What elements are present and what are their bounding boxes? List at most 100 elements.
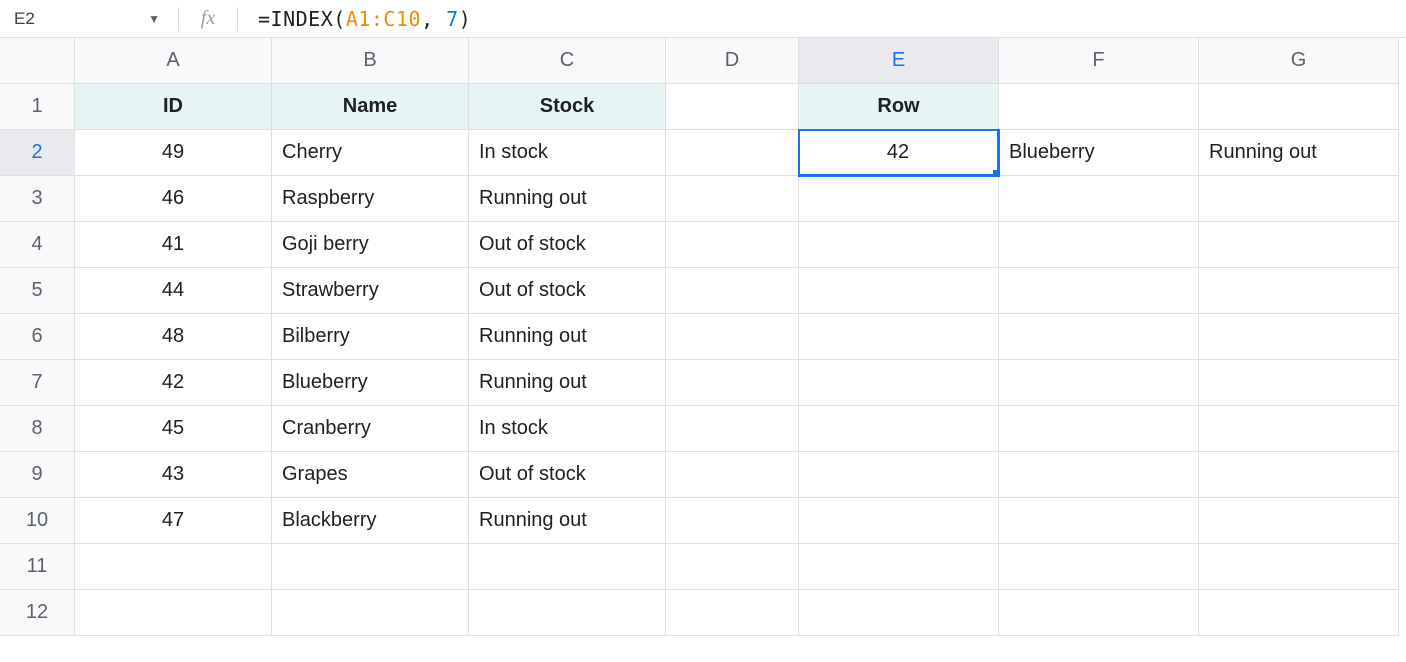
cell-D3[interactable] [666, 176, 799, 222]
cell-F7[interactable] [999, 360, 1199, 406]
cell-C1[interactable]: Stock [469, 84, 666, 130]
cell-E4[interactable] [799, 222, 999, 268]
row-header-6[interactable]: 6 [0, 314, 75, 360]
cell-D5[interactable] [666, 268, 799, 314]
row-header-4[interactable]: 4 [0, 222, 75, 268]
cell-B10[interactable]: Blackberry [272, 498, 469, 544]
cell-G3[interactable] [1199, 176, 1399, 222]
cell-C9[interactable]: Out of stock [469, 452, 666, 498]
spreadsheet-grid[interactable]: ABCDEFG1IDNameStockRow249CherryIn stock4… [0, 38, 1406, 636]
cell-D10[interactable] [666, 498, 799, 544]
cell-E7[interactable] [799, 360, 999, 406]
cell-C2[interactable]: In stock [469, 130, 666, 176]
row-header-2[interactable]: 2 [0, 130, 75, 176]
cell-A1[interactable]: ID [75, 84, 272, 130]
row-header-1[interactable]: 1 [0, 84, 75, 130]
cell-A3[interactable]: 46 [75, 176, 272, 222]
cell-E9[interactable] [799, 452, 999, 498]
cell-A4[interactable]: 41 [75, 222, 272, 268]
cell-A11[interactable] [75, 544, 272, 590]
column-header-E[interactable]: E [799, 38, 999, 84]
cell-G11[interactable] [1199, 544, 1399, 590]
cell-D1[interactable] [666, 84, 799, 130]
cell-G4[interactable] [1199, 222, 1399, 268]
cell-B5[interactable]: Strawberry [272, 268, 469, 314]
cell-A12[interactable] [75, 590, 272, 636]
cell-E5[interactable] [799, 268, 999, 314]
cell-B11[interactable] [272, 544, 469, 590]
cell-A7[interactable]: 42 [75, 360, 272, 406]
column-header-F[interactable]: F [999, 38, 1199, 84]
row-header-11[interactable]: 11 [0, 544, 75, 590]
cell-A9[interactable]: 43 [75, 452, 272, 498]
cell-D7[interactable] [666, 360, 799, 406]
cell-D8[interactable] [666, 406, 799, 452]
cell-E8[interactable] [799, 406, 999, 452]
cell-G9[interactable] [1199, 452, 1399, 498]
cell-E3[interactable] [799, 176, 999, 222]
cell-B4[interactable]: Goji berry [272, 222, 469, 268]
row-header-8[interactable]: 8 [0, 406, 75, 452]
cell-F8[interactable] [999, 406, 1199, 452]
dropdown-arrow-icon[interactable]: ▼ [148, 12, 160, 26]
column-header-A[interactable]: A [75, 38, 272, 84]
cell-D6[interactable] [666, 314, 799, 360]
cell-D11[interactable] [666, 544, 799, 590]
cell-G5[interactable] [1199, 268, 1399, 314]
cell-C3[interactable]: Running out [469, 176, 666, 222]
cell-B12[interactable] [272, 590, 469, 636]
cell-E10[interactable] [799, 498, 999, 544]
cell-G1[interactable] [1199, 84, 1399, 130]
column-header-G[interactable]: G [1199, 38, 1399, 84]
cell-C4[interactable]: Out of stock [469, 222, 666, 268]
cell-G7[interactable] [1199, 360, 1399, 406]
cell-B6[interactable]: Bilberry [272, 314, 469, 360]
cell-B7[interactable]: Blueberry [272, 360, 469, 406]
cell-A6[interactable]: 48 [75, 314, 272, 360]
cell-E12[interactable] [799, 590, 999, 636]
row-header-3[interactable]: 3 [0, 176, 75, 222]
cell-F6[interactable] [999, 314, 1199, 360]
cell-D2[interactable] [666, 130, 799, 176]
cell-E1[interactable]: Row [799, 84, 999, 130]
name-box[interactable]: E2 ▼ [0, 0, 170, 37]
cell-C8[interactable]: In stock [469, 406, 666, 452]
row-header-10[interactable]: 10 [0, 498, 75, 544]
cell-B3[interactable]: Raspberry [272, 176, 469, 222]
cell-C7[interactable]: Running out [469, 360, 666, 406]
cell-E11[interactable] [799, 544, 999, 590]
cell-B2[interactable]: Cherry [272, 130, 469, 176]
cell-F3[interactable] [999, 176, 1199, 222]
row-header-5[interactable]: 5 [0, 268, 75, 314]
cell-F10[interactable] [999, 498, 1199, 544]
cell-F9[interactable] [999, 452, 1199, 498]
column-header-D[interactable]: D [666, 38, 799, 84]
cell-D12[interactable] [666, 590, 799, 636]
cell-F5[interactable] [999, 268, 1199, 314]
formula-input[interactable]: =INDEX(A1:C10, 7) [246, 7, 471, 31]
corner-cell[interactable] [0, 38, 75, 84]
cell-E2[interactable]: 42 [799, 130, 999, 176]
cell-C10[interactable]: Running out [469, 498, 666, 544]
cell-C5[interactable]: Out of stock [469, 268, 666, 314]
cell-G2[interactable]: Running out [1199, 130, 1399, 176]
cell-D4[interactable] [666, 222, 799, 268]
cell-C6[interactable]: Running out [469, 314, 666, 360]
row-header-7[interactable]: 7 [0, 360, 75, 406]
column-header-C[interactable]: C [469, 38, 666, 84]
cell-B8[interactable]: Cranberry [272, 406, 469, 452]
cell-G8[interactable] [1199, 406, 1399, 452]
cell-F2[interactable]: Blueberry [999, 130, 1199, 176]
cell-B1[interactable]: Name [272, 84, 469, 130]
cell-D9[interactable] [666, 452, 799, 498]
cell-A2[interactable]: 49 [75, 130, 272, 176]
column-header-B[interactable]: B [272, 38, 469, 84]
cell-E6[interactable] [799, 314, 999, 360]
cell-A5[interactable]: 44 [75, 268, 272, 314]
cell-F4[interactable] [999, 222, 1199, 268]
cell-F1[interactable] [999, 84, 1199, 130]
cell-G12[interactable] [1199, 590, 1399, 636]
cell-F11[interactable] [999, 544, 1199, 590]
cell-B9[interactable]: Grapes [272, 452, 469, 498]
cell-F12[interactable] [999, 590, 1199, 636]
